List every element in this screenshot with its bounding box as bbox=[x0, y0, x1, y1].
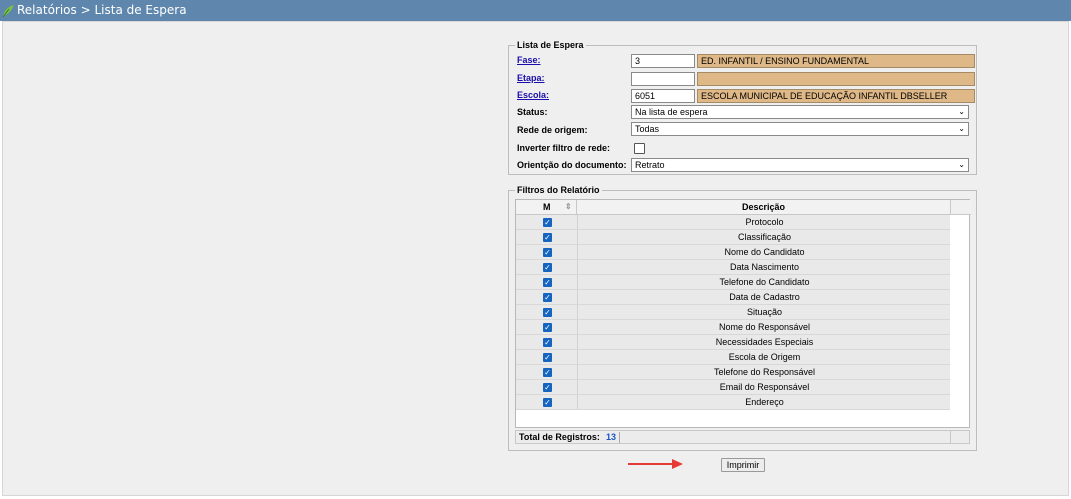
table-row[interactable]: ✓ Nome do Candidato bbox=[516, 245, 950, 260]
row-checkbox[interactable]: ✓ bbox=[543, 383, 552, 392]
table-row[interactable]: ✓ Classificação bbox=[516, 230, 950, 245]
grid-footer: Total de Registros: 13 bbox=[515, 430, 970, 444]
row-checkbox[interactable]: ✓ bbox=[543, 323, 552, 332]
sort-icon: ⇕ bbox=[565, 202, 572, 211]
arrow-right-icon bbox=[628, 459, 683, 469]
row-checkbox[interactable]: ✓ bbox=[543, 353, 552, 362]
status-label: Status: bbox=[517, 107, 548, 117]
table-row[interactable]: ✓ Email do Responsável bbox=[516, 380, 950, 395]
table-row[interactable]: ✓ Data de Cadastro bbox=[516, 290, 950, 305]
table-row[interactable]: ✓ Necessidades Especiais bbox=[516, 335, 950, 350]
etapa-code-input[interactable] bbox=[631, 72, 695, 86]
leaf-logo-icon bbox=[2, 5, 14, 18]
page-title: Relatórios > Lista de Espera bbox=[17, 3, 187, 17]
total-count: 13 bbox=[606, 432, 617, 442]
row-description: Telefone do Candidato bbox=[577, 275, 951, 289]
row-checkbox[interactable]: ✓ bbox=[543, 218, 552, 227]
etapa-description bbox=[697, 72, 975, 86]
waiting-list-legend: Lista de Espera bbox=[517, 40, 584, 50]
fase-link[interactable]: Fase: bbox=[517, 53, 541, 67]
row-checkbox[interactable]: ✓ bbox=[543, 308, 552, 317]
footer-divider bbox=[619, 432, 620, 443]
row-description: Nome do Responsável bbox=[577, 320, 951, 334]
grid-header: M ⇕ Descrição bbox=[516, 200, 971, 215]
row-description: Data de Cadastro bbox=[577, 290, 951, 304]
footer-divider-end bbox=[950, 431, 951, 443]
print-button[interactable]: Imprimir bbox=[721, 458, 765, 472]
escola-link[interactable]: Escola: bbox=[517, 88, 549, 102]
column-header-description: Descrição bbox=[577, 200, 951, 214]
etapa-link[interactable]: Etapa: bbox=[517, 71, 545, 85]
row-description: Endereço bbox=[577, 395, 951, 409]
table-row[interactable]: ✓ Data Nascimento bbox=[516, 260, 950, 275]
report-filters-legend: Filtros do Relatório bbox=[517, 185, 600, 195]
inverter-checkbox[interactable] bbox=[634, 143, 645, 154]
row-description: Situação bbox=[577, 305, 951, 319]
escola-code-input[interactable]: 6051 bbox=[631, 89, 695, 103]
row-checkbox[interactable]: ✓ bbox=[543, 233, 552, 242]
rede-origem-value: Todas bbox=[635, 124, 660, 134]
row-description: Protocolo bbox=[577, 215, 951, 229]
row-description: Escola de Origem bbox=[577, 350, 951, 364]
row-checkbox[interactable]: ✓ bbox=[543, 248, 552, 257]
row-checkbox[interactable]: ✓ bbox=[543, 293, 552, 302]
orientacao-select[interactable]: Retrato ⌄ bbox=[631, 158, 969, 172]
fase-code-input[interactable]: 3 bbox=[631, 54, 695, 68]
row-description: Email do Responsável bbox=[577, 380, 951, 394]
orientacao-label: Orientção do documento: bbox=[517, 160, 627, 170]
row-description: Data Nascimento bbox=[577, 260, 951, 274]
status-value: Na lista de espera bbox=[635, 107, 708, 117]
table-row[interactable]: ✓ Situação bbox=[516, 305, 950, 320]
total-label: Total de Registros: bbox=[519, 432, 600, 442]
table-row[interactable]: ✓ Telefone do Candidato bbox=[516, 275, 950, 290]
header-scroll-spacer bbox=[951, 200, 970, 214]
table-row[interactable]: ✓ Nome do Responsável bbox=[516, 320, 950, 335]
table-row[interactable]: ✓ Endereço bbox=[516, 395, 950, 410]
filters-grid: M ⇕ Descrição ✓ Protocolo ✓ Classificação ✓ N… bbox=[515, 199, 971, 428]
inverter-label: Inverter filtro de rede: bbox=[517, 143, 611, 153]
orientacao-value: Retrato bbox=[635, 160, 665, 170]
rede-origem-select[interactable]: Todas ⌄ bbox=[631, 122, 969, 136]
column-m-label: M bbox=[543, 202, 551, 212]
table-row[interactable]: ✓ Protocolo bbox=[516, 215, 950, 230]
chevron-down-icon: ⌄ bbox=[958, 124, 965, 133]
column-header-m[interactable]: M ⇕ bbox=[516, 200, 577, 214]
fase-description: ED. INFANTIL / ENSINO FUNDAMENTAL bbox=[697, 54, 975, 68]
rede-origem-label: Rede de origem: bbox=[517, 125, 588, 135]
row-description: Telefone do Responsável bbox=[577, 365, 951, 379]
title-bar: Relatórios > Lista de Espera bbox=[0, 0, 1071, 21]
row-checkbox[interactable]: ✓ bbox=[543, 278, 552, 287]
chevron-down-icon: ⌄ bbox=[958, 160, 965, 169]
table-row[interactable]: ✓ Telefone do Responsável bbox=[516, 365, 950, 380]
chevron-down-icon: ⌄ bbox=[958, 107, 965, 116]
status-select[interactable]: Na lista de espera ⌄ bbox=[631, 105, 969, 119]
row-description: Nome do Candidato bbox=[577, 245, 951, 259]
escola-description: ESCOLA MUNICIPAL DE EDUCAÇÃO INFANTIL DB… bbox=[697, 89, 975, 103]
row-description: Necessidades Especiais bbox=[577, 335, 951, 349]
row-checkbox[interactable]: ✓ bbox=[543, 338, 552, 347]
row-checkbox[interactable]: ✓ bbox=[543, 263, 552, 272]
table-row[interactable]: ✓ Escola de Origem bbox=[516, 350, 950, 365]
row-description: Classificação bbox=[577, 230, 951, 244]
row-checkbox[interactable]: ✓ bbox=[543, 368, 552, 377]
row-checkbox[interactable]: ✓ bbox=[543, 398, 552, 407]
